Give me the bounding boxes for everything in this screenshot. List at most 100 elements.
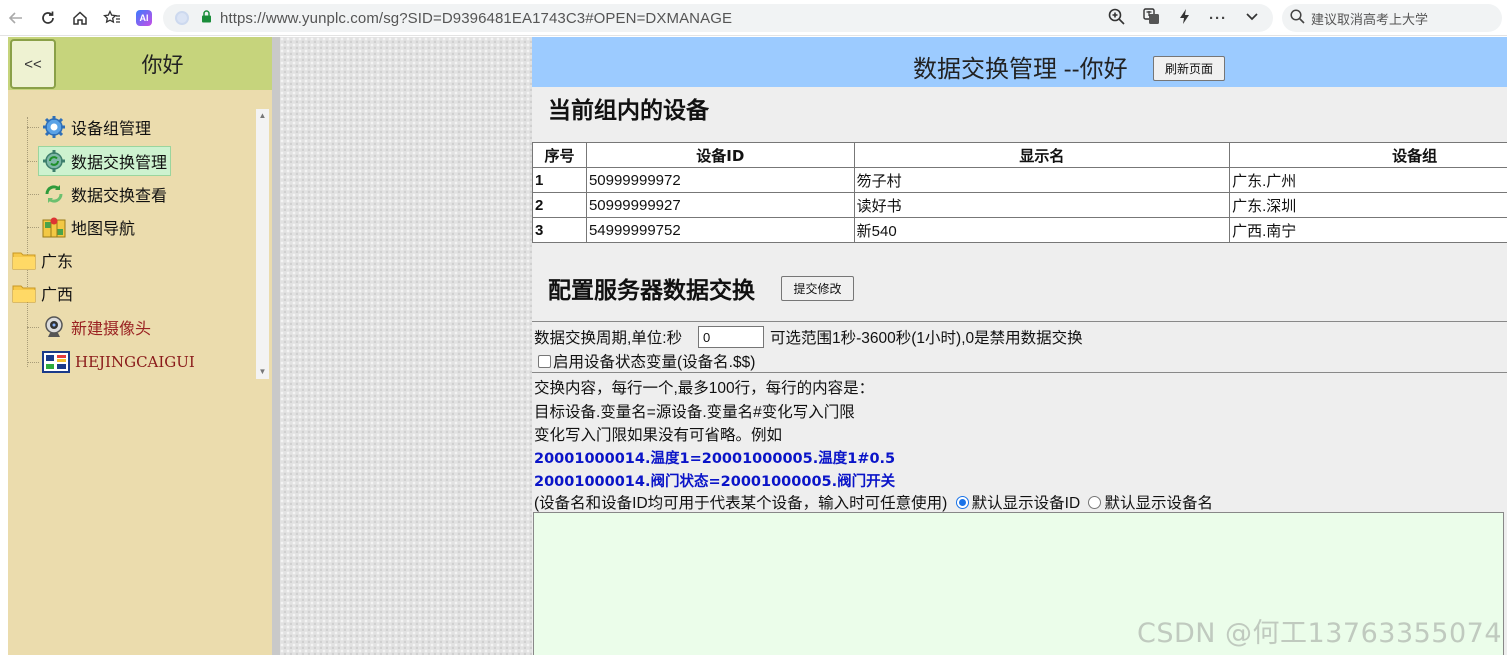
sidebar-header: 你好 << xyxy=(8,37,272,90)
scroll-up-icon[interactable]: ▲ xyxy=(256,109,269,123)
period-hint: 可选范围1秒-3600秒(1小时),0是禁用数据交换 xyxy=(770,330,1083,347)
radio-show-device-id-label[interactable]: 默认显示设备ID xyxy=(972,495,1081,512)
table-cell: 2 xyxy=(532,192,587,218)
sidebar-item-data-exchange-view[interactable]: 数据交换查看 xyxy=(38,180,171,208)
watermark: CSDN @何工13763355074 xyxy=(1137,618,1503,649)
sidebar-item-label: 广东 xyxy=(41,254,74,271)
example-line: 20001000014.温度1=20001000005.温度1#0.5 xyxy=(534,451,896,467)
search-placeholder: 建议取消高考上大学 xyxy=(1311,11,1429,27)
table-cell: 新540 xyxy=(853,217,1231,243)
sidebar-item-label: 新建摄像头 xyxy=(71,321,152,338)
left-sidebar: 你好 << 设备组管理 数据交换管理 数据交换查看 地图导航 广东 广西 新建摄… xyxy=(8,37,272,655)
sidebar-item-hejingcaigui[interactable]: HEJINGCAIGUI xyxy=(38,348,199,376)
sidebar-item-label: 设备组管理 xyxy=(71,121,152,138)
address-bar[interactable]: https://www.yunplc.com/sg?SID=D9396481EA… xyxy=(163,4,1273,32)
table-cell: 50999999927 xyxy=(585,192,855,218)
config-heading: 配置服务器数据交换 xyxy=(548,278,755,304)
device-table: 序号 设备ID 显示名 设备组 1 50999999972 笏子村 广东.广州 … xyxy=(532,142,1507,243)
back-icon[interactable] xyxy=(0,2,32,34)
sidebar-scrollbar[interactable]: ▲ ▼ xyxy=(256,109,269,379)
table-cell: 1 xyxy=(532,167,587,193)
sidebar-item-data-exchange-manage[interactable]: 数据交换管理 xyxy=(38,146,172,176)
folder-icon xyxy=(11,247,37,273)
period-label: 数据交换周期,单位:秒 xyxy=(534,330,683,347)
column-header: 序号 xyxy=(532,142,587,168)
refresh-page-button[interactable]: 刷新页面 xyxy=(1153,56,1225,81)
gear-refresh-icon xyxy=(41,148,67,174)
radio-show-device-name[interactable] xyxy=(1088,496,1102,509)
panel-icon xyxy=(41,349,71,375)
enable-status-label[interactable]: 启用设备状态变量(设备名.$$) xyxy=(553,354,755,371)
enable-status-row: 启用设备状态变量(设备名.$$) xyxy=(538,350,755,372)
table-cell: 3 xyxy=(532,217,587,243)
section-divider xyxy=(532,321,1507,322)
table-row[interactable]: 3 54999999752 新540 广西.南宁 xyxy=(532,217,1507,243)
lightning-icon[interactable] xyxy=(1178,8,1191,29)
favorites-icon[interactable] xyxy=(96,2,128,34)
devices-heading: 当前组内的设备 xyxy=(548,98,709,124)
submit-changes-button[interactable]: 提交修改 xyxy=(781,276,854,301)
sidebar-item-device-group[interactable]: 设备组管理 xyxy=(38,113,155,141)
search-input[interactable]: 建议取消高考上大学 xyxy=(1282,4,1502,32)
table-header-row: 序号 设备ID 显示名 设备组 xyxy=(532,142,1507,168)
site-info-icon[interactable] xyxy=(175,11,189,25)
column-header: 设备组 xyxy=(1229,142,1507,168)
instruction-line: 变化写入门限如果没有可省略。例如 xyxy=(534,427,783,444)
sidebar-item-label: 数据交换管理 xyxy=(71,155,168,172)
table-cell: 广东.深圳 xyxy=(1229,192,1507,218)
enable-status-checkbox[interactable] xyxy=(538,355,551,368)
column-header: 显示名 xyxy=(853,142,1231,168)
panel-splitter[interactable] xyxy=(272,37,280,655)
ai-assistant-icon[interactable]: AI xyxy=(128,2,160,34)
radio-show-device-name-label[interactable]: 默认显示设备名 xyxy=(1104,495,1213,512)
sidebar-item-guangdong[interactable]: 广东 xyxy=(8,246,77,274)
more-icon[interactable]: ··· xyxy=(1209,10,1227,27)
background-texture xyxy=(280,37,532,655)
zoom-icon[interactable] xyxy=(1108,8,1125,29)
table-row[interactable]: 2 50999999927 读好书 广东.深圳 xyxy=(532,192,1507,218)
period-input[interactable]: 0 xyxy=(698,326,764,348)
translate-icon[interactable] xyxy=(1143,7,1160,29)
instruction-line: 目标设备.变量名=源设备.变量名#变化写入门限 xyxy=(534,404,855,421)
search-icon xyxy=(1290,9,1305,27)
table-row[interactable]: 1 50999999972 笏子村 广东.广州 xyxy=(532,167,1507,193)
tree-connector xyxy=(27,117,28,367)
scroll-track[interactable] xyxy=(256,123,269,365)
sidebar-item-new-camera[interactable]: 新建摄像头 xyxy=(38,313,155,341)
section-divider xyxy=(532,372,1507,373)
table-cell: 广西.南宁 xyxy=(1229,217,1507,243)
sidebar-item-map[interactable]: 地图导航 xyxy=(38,213,139,241)
folder-icon xyxy=(11,280,37,306)
sidebar-item-label: HEJINGCAIGUI xyxy=(75,353,195,371)
home-icon[interactable] xyxy=(64,2,96,34)
table-cell: 54999999752 xyxy=(585,217,855,243)
page-title: 数据交换管理 --你好 xyxy=(913,56,1128,83)
reload-icon[interactable] xyxy=(32,2,64,34)
instruction-line: 交换内容，每行一个,最多100行，每行的内容是： xyxy=(534,380,875,397)
map-icon xyxy=(41,214,67,240)
chevron-down-icon[interactable] xyxy=(1245,9,1259,27)
device-note: (设备名和设备ID均可用于代表某个设备，输入时可任意使用) xyxy=(534,495,948,512)
sidebar-item-label: 地图导航 xyxy=(71,221,136,238)
example-line: 20001000014.阀门状态=20001000005.阀门开关 xyxy=(534,474,896,490)
main-content: 数据交换管理 --你好 刷新页面 当前组内的设备 序号 设备ID 显示名 设备组… xyxy=(532,37,1507,655)
sidebar-item-label: 数据交换查看 xyxy=(71,188,168,205)
refresh-icon xyxy=(41,181,67,207)
title-bar: 数据交换管理 --你好 刷新页面 xyxy=(532,37,1507,87)
table-cell: 50999999972 xyxy=(585,167,855,193)
url-text[interactable]: https://www.yunplc.com/sg?SID=D9396481EA… xyxy=(220,10,732,27)
table-cell: 广东.广州 xyxy=(1229,167,1507,193)
sidebar-item-label: 广西 xyxy=(41,287,74,304)
collapse-sidebar-button[interactable]: << xyxy=(10,39,56,89)
browser-toolbar: AI https://www.yunplc.com/sg?SID=D939648… xyxy=(0,0,1507,36)
table-cell: 读好书 xyxy=(853,192,1231,218)
column-header: 设备ID xyxy=(585,142,855,168)
table-cell: 笏子村 xyxy=(853,167,1231,193)
lock-icon xyxy=(201,10,212,26)
radio-show-device-id[interactable] xyxy=(955,496,969,509)
sidebar-item-guangxi[interactable]: 广西 xyxy=(8,279,77,307)
display-mode-row: (设备名和设备ID均可用于代表某个设备，输入时可任意使用) 默认显示设备ID 默… xyxy=(534,491,1213,513)
gear-icon xyxy=(41,114,67,140)
webcam-icon xyxy=(41,314,67,340)
scroll-down-icon[interactable]: ▼ xyxy=(256,365,269,379)
